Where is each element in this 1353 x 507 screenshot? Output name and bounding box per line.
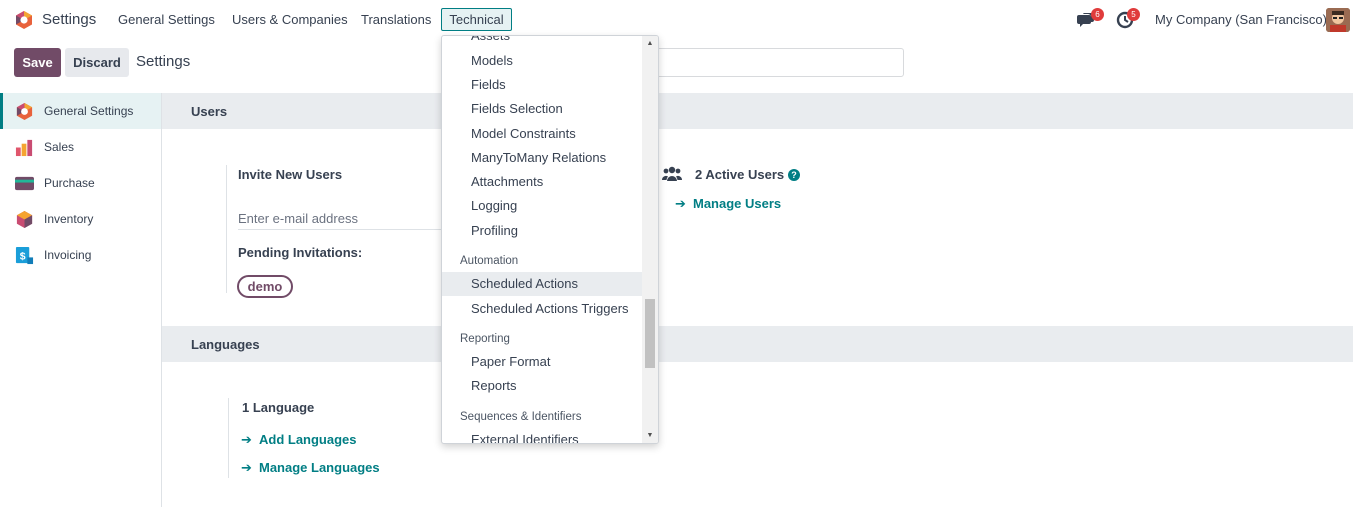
dropdown-item-attachments[interactable]: Attachments [442,170,643,194]
manage-languages-link[interactable]: Manage Languages [259,460,380,475]
dropdown-item-model-constraints[interactable]: Model Constraints [442,122,643,146]
menu-translations[interactable]: Translations [361,12,431,27]
arrow-right-icon: ➔ [241,432,252,447]
sidebar-item-inventory[interactable]: Inventory [0,201,161,237]
settings-icon [16,102,33,120]
active-users-count: 2 Active Users [695,167,785,182]
dropdown-header-sequences: Sequences & Identifiers [460,411,582,423]
dropdown-item-models[interactable]: Models [442,49,643,73]
language-count: 1 Language [242,400,315,415]
sidebar-item-purchase[interactable]: Purchase [0,165,161,201]
discard-button[interactable]: Discard [65,48,129,77]
arrow-right-icon: ➔ [675,196,686,211]
sidebar-item-label: Invoicing [44,248,92,262]
add-languages-link[interactable]: Add Languages [259,432,357,447]
users-group-icon [662,166,682,181]
arrow-right-icon: ➔ [241,460,252,475]
dropdown-item-external-identifiers[interactable]: External Identifiers [442,428,643,443]
dropdown-scrollbar[interactable]: ▲ ▼ [642,36,658,443]
activities-badge: 5 [1127,8,1140,21]
dropdown-item-reports[interactable]: Reports [442,374,643,398]
scrollbar-thumb[interactable] [645,299,655,368]
app-title[interactable]: Settings [42,11,96,28]
settings-sidebar: General Settings Sales Purchase Inventor… [0,93,162,507]
pending-invitation-tag[interactable]: demo [237,275,293,298]
scroll-down-arrow-icon[interactable]: ▼ [646,432,654,440]
dropdown-header-automation: Automation [460,255,519,267]
settings-search-input[interactable] [650,48,904,77]
dropdown-item-fields-selection[interactable]: Fields Selection [442,97,643,121]
scroll-up-arrow-icon[interactable]: ▲ [646,40,654,48]
users-section-title: Users [191,104,228,119]
invoicing-icon: $ [15,246,34,264]
menu-general-settings[interactable]: General Settings [118,12,215,27]
top-navbar: Settings General Settings Users & Compan… [0,0,1353,40]
sidebar-item-label: General Settings [44,104,134,118]
dropdown-item-paper-format[interactable]: Paper Format [442,350,643,374]
sidebar-item-label: Inventory [44,212,94,226]
menu-users-companies[interactable]: Users & Companies [232,12,348,27]
pending-invitations-label: Pending Invitations: [238,245,363,260]
inventory-icon [16,210,33,228]
sidebar-item-label: Purchase [44,176,95,190]
help-icon[interactable]: ? [788,169,800,181]
manage-users-link[interactable]: Manage Users [693,196,781,211]
dropdown-item-scheduled-actions[interactable]: Scheduled Actions [442,272,643,296]
languages-section-header: Languages [162,326,1353,362]
dropdown-item-scheduled-actions-triggers[interactable]: Scheduled Actions Triggers [442,297,643,321]
sidebar-item-sales[interactable]: Sales [0,129,161,165]
dropdown-header-reporting: Reporting [460,333,510,345]
sidebar-item-invoicing[interactable]: $ Invoicing [0,237,161,273]
messages-badge: 6 [1091,8,1104,21]
dropdown-item-logging[interactable]: Logging [442,194,643,218]
settings-main: Users Invite New Users Pending Invitatio… [162,93,1353,507]
dropdown-item-many2many-relations[interactable]: ManyToMany Relations [442,146,643,170]
technical-dropdown-menu: Assets Models Fields Fields Selection Mo… [441,35,659,444]
menu-technical[interactable]: Technical [441,8,512,31]
dropdown-item-profiling[interactable]: Profiling [442,219,643,243]
avatar-image-icon [1326,8,1350,32]
users-section-header: Users [162,93,1353,129]
divider [228,398,229,478]
invite-users-label: Invite New Users [238,167,343,182]
invite-email-input[interactable] [238,208,448,230]
sidebar-item-general-settings[interactable]: General Settings [0,93,161,129]
divider [226,165,227,293]
user-avatar[interactable] [1326,8,1350,32]
purchase-icon [15,176,34,190]
dropdown-item-assets[interactable]: Assets [442,36,643,48]
svg-text:$: $ [20,251,26,262]
breadcrumb: Settings [136,53,191,70]
save-button[interactable]: Save [14,48,61,77]
odoo-logo-icon[interactable] [14,10,34,30]
dropdown-item-fields[interactable]: Fields [442,73,643,97]
sidebar-item-label: Sales [44,140,75,154]
languages-section-title: Languages [191,337,260,352]
company-switcher[interactable]: My Company (San Francisco) [1155,12,1327,27]
sales-icon [15,139,33,156]
